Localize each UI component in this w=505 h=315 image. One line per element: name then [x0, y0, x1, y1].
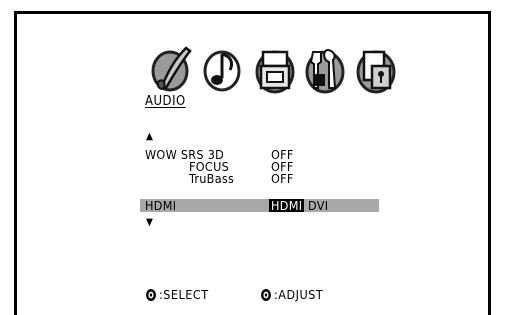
menu-title: AUDIO — [145, 94, 186, 109]
footer-select-label: :SELECT — [159, 287, 209, 302]
scroll-up-icon[interactable]: ▲ — [146, 132, 153, 142]
option-dvi[interactable]: DVI — [306, 199, 330, 212]
joystick-icon — [260, 288, 272, 302]
tools-icon[interactable] — [301, 42, 349, 96]
osd-menu-frame: AUDIO ▲ WOW SRS 3D OFF FOCUS OFF TruBass… — [0, 0, 505, 315]
setting-label: HDMI — [145, 198, 177, 213]
scroll-down-icon[interactable]: ▼ — [146, 218, 153, 228]
paintbrush-icon[interactable] — [148, 42, 196, 96]
save-icon[interactable] — [251, 42, 299, 96]
setting-label: TruBass — [189, 171, 235, 186]
option-hdmi[interactable]: HDMI — [269, 199, 305, 212]
menu-category-icons — [148, 42, 396, 96]
footer-select-hint: :SELECT — [145, 287, 209, 302]
footer-adjust-label: :ADJUST — [274, 287, 324, 302]
lock-icon[interactable] — [352, 42, 400, 96]
joystick-icon — [145, 288, 157, 302]
footer-adjust-hint: :ADJUST — [260, 287, 323, 302]
setting-value[interactable]: OFF — [271, 172, 294, 185]
music-note-icon[interactable] — [200, 42, 248, 96]
